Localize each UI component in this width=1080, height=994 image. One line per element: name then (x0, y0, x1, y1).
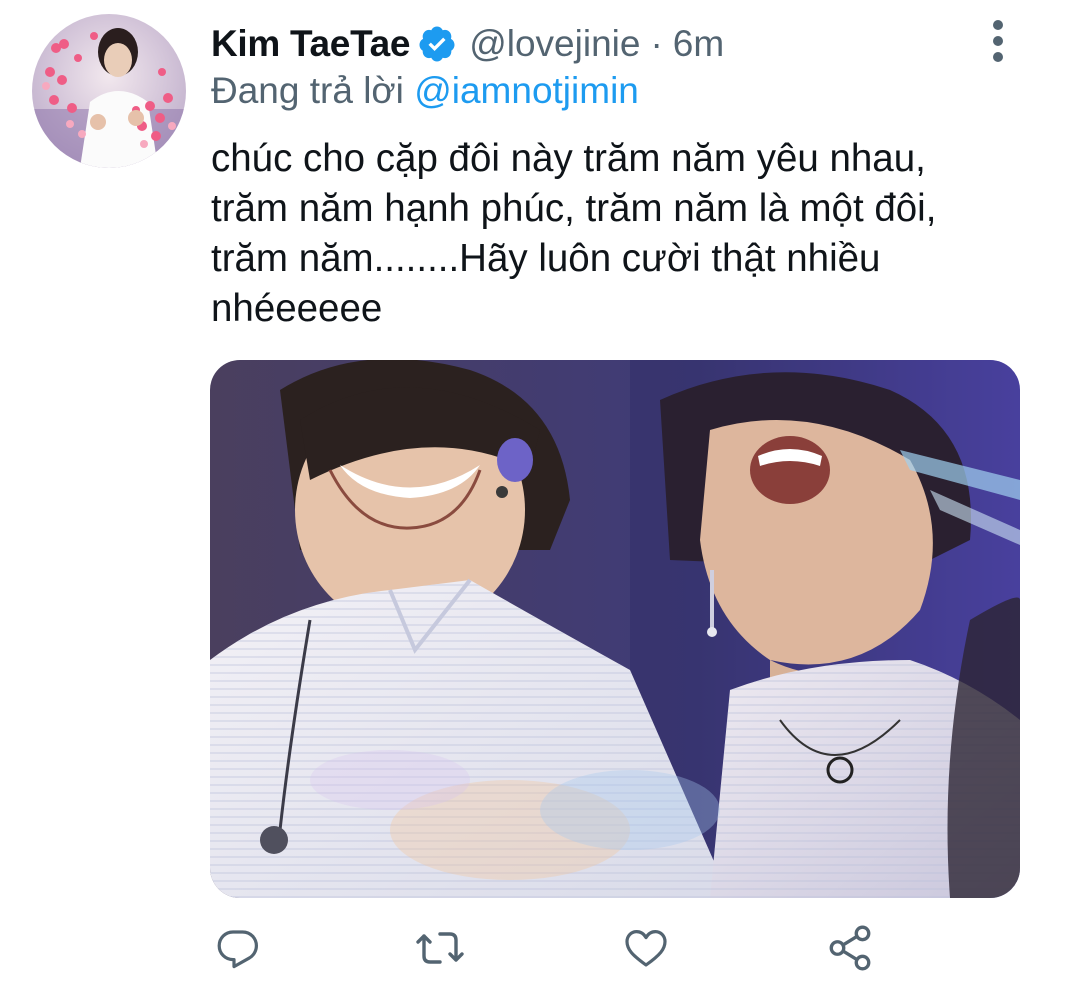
more-vertical-icon (991, 19, 1005, 68)
tweet-media-photo[interactable] (210, 360, 1020, 898)
tweet-actions (0, 922, 1080, 982)
share-button[interactable] (822, 922, 878, 978)
replying-to: Đang trả lời @iamnotjimin (211, 70, 639, 112)
reply-mention-link[interactable]: @iamnotjimin (414, 70, 639, 111)
tweet-text-line: chúc cho cặp đôi này trăm năm yêu nhau, (211, 137, 926, 180)
display-name[interactable]: Kim TaeTae (211, 23, 411, 65)
replying-to-label: Đang trả lời (211, 70, 404, 111)
separator-dot: · (650, 23, 663, 64)
tweet[interactable]: Kim TaeTae @lovejinie · 6m Đang trả lời … (0, 0, 1080, 994)
tweet-header: Kim TaeTae @lovejinie · 6m (211, 20, 724, 68)
author-handle[interactable]: @lovejinie (469, 23, 640, 65)
timestamp[interactable]: 6m (673, 23, 724, 65)
share-icon (825, 923, 875, 978)
tweet-text-line: trăm năm hạnh phúc, trăm năm là một đôi, (211, 187, 937, 230)
tweet-text-line: trăm năm........Hãy luôn cười thật nhiều (211, 237, 881, 280)
avatar[interactable] (32, 14, 186, 168)
reply-icon (214, 924, 262, 977)
more-options-button[interactable] (976, 18, 1020, 68)
retweet-icon (414, 924, 466, 977)
like-button[interactable] (618, 922, 674, 978)
reply-button[interactable] (210, 922, 266, 978)
heart-icon (621, 924, 671, 977)
verified-badge-icon (417, 24, 457, 64)
tweet-text: chúc cho cặp đôi này trăm năm yêu nhau, … (211, 134, 1031, 334)
retweet-button[interactable] (412, 922, 468, 978)
tweet-text-line: nhéeeeee (211, 287, 383, 330)
